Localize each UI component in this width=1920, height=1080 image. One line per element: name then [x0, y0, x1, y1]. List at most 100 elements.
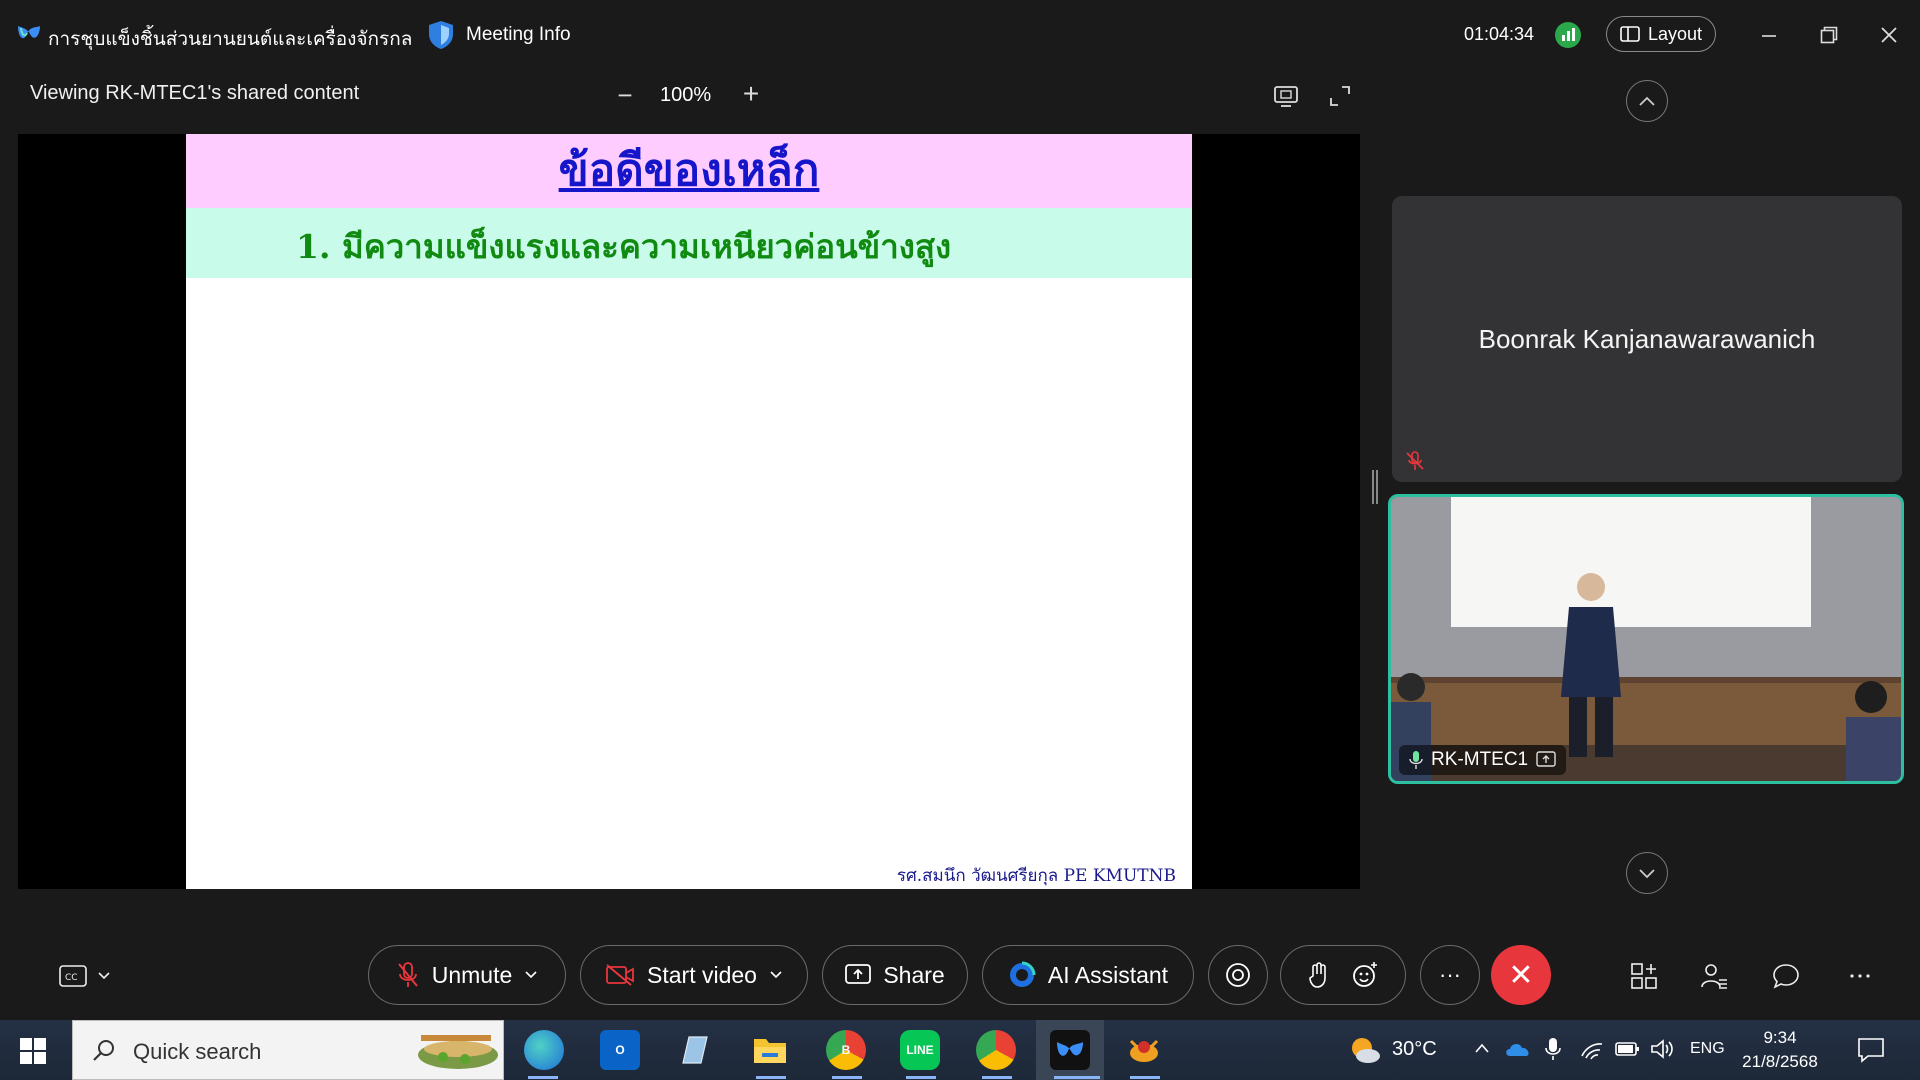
file-explorer-icon[interactable]	[750, 1030, 790, 1070]
reactions-group	[1280, 945, 1406, 1005]
restore-icon	[1820, 26, 1838, 44]
speaker-video-frame	[1391, 497, 1901, 781]
meeting-info-label: Meeting Info	[466, 24, 571, 45]
windows-taskbar: Quick search O B LINE 30°C ENG 9:34 21/8…	[0, 1020, 1920, 1080]
slide-bullet-point: 1. มีความแข็งแรงและความเหนียวค่อนข้างสูง	[296, 227, 952, 266]
taskbar-search[interactable]: Quick search	[72, 1020, 504, 1080]
zoom-level[interactable]: 100%	[660, 84, 711, 107]
unmute-button[interactable]: Unmute	[368, 945, 566, 1005]
svg-text:CC: CC	[65, 973, 78, 983]
raise-hand-icon[interactable]	[1307, 962, 1329, 988]
share-label: Share	[883, 961, 945, 988]
notifications-icon[interactable]	[1856, 1036, 1886, 1064]
webex-taskbar-icon[interactable]	[1050, 1030, 1090, 1070]
ai-assistant-button[interactable]: AI Assistant	[982, 945, 1194, 1005]
record-icon	[1226, 963, 1250, 987]
taskbar-clock[interactable]: 9:34 21/8/2568	[1740, 1026, 1820, 1074]
chrome-profile-running-indicator	[832, 1076, 862, 1079]
start-video-button[interactable]: Start video	[580, 945, 808, 1005]
share-screen-icon	[845, 964, 872, 984]
muted-microphone-icon	[1406, 451, 1424, 470]
shared-content-label: Viewing RK-MTEC1's shared content	[30, 82, 360, 104]
onedrive-icon[interactable]	[1504, 1040, 1532, 1058]
clock-date: 21/8/2568	[1742, 1052, 1818, 1071]
microphone-icon	[1409, 751, 1423, 769]
clock-time: 9:34	[1763, 1028, 1797, 1047]
zoom-in-button[interactable]: +	[736, 78, 766, 110]
captions-button[interactable]: CC	[50, 958, 120, 994]
chrome-profile-icon[interactable]: B	[826, 1030, 866, 1070]
slide-title-band: ข้อดีของเหล็ก	[186, 134, 1192, 208]
wifi-icon[interactable]	[1580, 1038, 1604, 1060]
record-button[interactable]	[1208, 945, 1268, 1005]
reaction-icon[interactable]	[1351, 961, 1379, 989]
search-highlight-image	[418, 1035, 498, 1069]
zoom-out-button[interactable]: −	[610, 80, 640, 111]
edge-running-indicator	[528, 1076, 558, 1079]
webex-running-indicator	[1054, 1076, 1100, 1079]
close-icon	[1881, 27, 1897, 43]
line-running-indicator	[906, 1076, 936, 1079]
webex-meeting-window: การชุบแข็งชิ้นส่วนยานยนต์และเครื่องจักรก…	[0, 0, 1920, 1020]
participants-icon	[1701, 964, 1727, 989]
active-speaker-video[interactable]: RK-MTEC1	[1388, 494, 1904, 784]
shared-content-area: ข้อดีของเหล็ก 1. มีความแข็งแรงและความเหน…	[18, 134, 1360, 889]
share-button[interactable]: Share	[822, 945, 968, 1005]
search-placeholder: Quick search	[133, 1039, 262, 1064]
chrome-icon[interactable]	[976, 1030, 1016, 1070]
minimize-icon	[1762, 35, 1776, 37]
participants-button[interactable]	[1696, 958, 1732, 994]
more-options-button[interactable]: ···	[1420, 945, 1480, 1005]
connection-status-icon[interactable]	[1555, 22, 1581, 48]
panel-resize-handle[interactable]	[1372, 470, 1378, 504]
apps-button[interactable]	[1626, 958, 1662, 994]
meeting-title: การชุบแข็งชิ้นส่วนยานยนต์และเครื่องจักรก…	[48, 29, 413, 50]
battery-icon[interactable]	[1614, 1040, 1640, 1058]
chevron-down-icon	[1639, 869, 1655, 879]
files-tool-icon[interactable]	[674, 1030, 714, 1070]
video-off-icon	[606, 964, 634, 986]
start-video-label: Start video	[647, 961, 757, 988]
slide-title: ข้อดีของเหล็ก	[558, 145, 820, 196]
chevron-down-icon	[525, 971, 537, 979]
end-meeting-button[interactable]: ✕	[1491, 945, 1551, 1005]
layout-button[interactable]: Layout	[1606, 16, 1716, 52]
windows-logo-icon	[20, 1038, 32, 1050]
edge-icon[interactable]	[524, 1030, 564, 1070]
ai-assistant-label: AI Assistant	[1047, 961, 1169, 988]
outlook-icon[interactable]: O	[600, 1030, 640, 1070]
weather-icon[interactable]	[1346, 1034, 1382, 1066]
participant-card[interactable]: Boonrak Kanjanawarawanich	[1392, 196, 1902, 482]
chrome-running-indicator	[982, 1076, 1012, 1079]
layout-icon	[1620, 26, 1640, 42]
chevron-up-icon[interactable]	[1474, 1042, 1490, 1054]
close-window-button[interactable]	[1874, 20, 1904, 50]
chevron-down-icon	[770, 971, 782, 979]
video-name-label: RK-MTEC1	[1399, 745, 1567, 775]
volume-icon[interactable]	[1650, 1038, 1674, 1060]
fullscreen-icon[interactable]	[1326, 82, 1354, 110]
scroll-down-button[interactable]	[1626, 852, 1668, 894]
screen-view-icon[interactable]	[1272, 82, 1300, 110]
weather-temperature[interactable]: 30°C	[1392, 1038, 1437, 1061]
app-icon[interactable]	[1124, 1030, 1164, 1070]
apps-icon	[1631, 963, 1657, 989]
restore-button[interactable]	[1814, 20, 1844, 50]
chat-button[interactable]	[1768, 958, 1804, 994]
minimize-button[interactable]	[1754, 20, 1784, 50]
microphone-icon[interactable]	[1544, 1036, 1562, 1062]
layout-label: Layout	[1647, 23, 1703, 44]
app-running-indicator	[1130, 1076, 1160, 1079]
scroll-up-button[interactable]	[1626, 80, 1668, 122]
line-icon[interactable]: LINE	[900, 1030, 940, 1070]
input-language[interactable]: ENG	[1690, 1040, 1725, 1058]
meeting-info-button[interactable]: Meeting Info	[428, 18, 571, 52]
more-panels-button[interactable]	[1842, 958, 1878, 994]
chevron-down-icon	[98, 972, 110, 980]
search-icon	[93, 1040, 114, 1061]
title-bar: การชุบแข็งชิ้นส่วนยานยนต์และเครื่องจักรก…	[0, 0, 1920, 70]
start-button[interactable]	[20, 1038, 46, 1064]
ai-assistant-icon	[1009, 961, 1036, 987]
more-icon	[1850, 974, 1870, 978]
chat-icon	[1773, 964, 1799, 989]
